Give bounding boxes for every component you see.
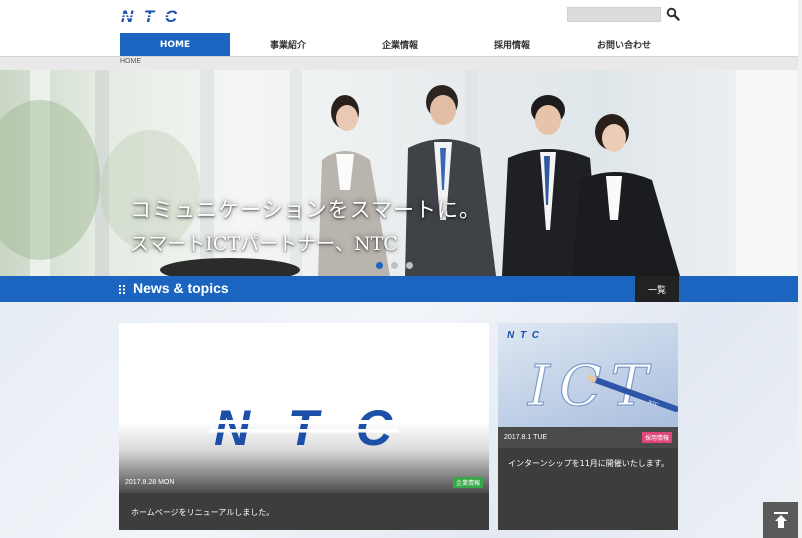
news-date: 2017.8.28 MON [125, 479, 175, 486]
site-header: NTC HOME 事業紹介 企業情報 採用情報 お問い合わせ [0, 0, 802, 56]
hero-slider: コミュニケーションをスマートに。 スマートICTパートナー、NTC [0, 70, 802, 276]
nav-recruit[interactable]: 採用情報 [456, 33, 568, 56]
slider-dot-3[interactable] [406, 262, 413, 269]
ntc-logo-large: NTC [209, 400, 399, 456]
ntc-logo-small: NTC [507, 330, 540, 341]
news-headline[interactable]: ホームページをリニューアルしました。 [119, 493, 489, 530]
breadcrumb-bar: HOME [0, 56, 802, 70]
news-header-bar: News & topics 一覧 [0, 276, 802, 302]
svg-text:NTC: NTC [214, 400, 393, 456]
news-meta: 2017.8.1 TUE 採用情報 [498, 427, 678, 448]
news-card[interactable]: NTC ICT NTC 2017.8.1 TUE 採用情報 インターンシップを1… [498, 323, 678, 530]
main-nav: HOME 事業紹介 企業情報 採用情報 お問い合わせ [120, 33, 680, 56]
news-list-button[interactable]: 一覧 [635, 276, 679, 302]
slider-dots [376, 262, 413, 269]
svg-text:NTC: NTC [121, 7, 178, 25]
news-card-image: NTC ICT NTC [498, 323, 678, 427]
nav-contact[interactable]: お問い合わせ [568, 33, 680, 56]
breadcrumb[interactable]: HOME [120, 58, 141, 65]
news-title: News & topics [133, 280, 229, 296]
search-icon[interactable] [666, 7, 680, 21]
menu-dots-icon [119, 285, 125, 294]
ntc-logo[interactable]: NTC [120, 7, 178, 25]
hero-caption-line1: コミュニケーションをスマートに。 [130, 198, 481, 222]
nav-company[interactable]: 企業情報 [344, 33, 456, 56]
arrow-up-icon [774, 512, 788, 528]
search-input[interactable] [567, 7, 661, 22]
news-category-badge: 採用情報 [641, 432, 672, 443]
hero-side-panel [736, 70, 802, 276]
svg-text:NTC: NTC [507, 330, 540, 341]
page-top-button[interactable] [763, 502, 799, 538]
news-card-image: NTC [119, 323, 489, 493]
news-headline[interactable]: インターンシップを11月に開催いたします。 [498, 448, 678, 530]
news-category-badge: 企業情報 [452, 477, 483, 488]
slider-dot-1[interactable] [376, 262, 383, 269]
scrollbar[interactable] [798, 0, 802, 538]
nav-business[interactable]: 事業紹介 [232, 33, 344, 56]
news-card[interactable]: NTC 2017.8.28 MON 企業情報 ホームページをリニューアルしました… [119, 323, 489, 530]
hero-caption-line2: スマートICTパートナー、NTC [130, 233, 398, 255]
svg-text:ICT: ICT [527, 354, 652, 419]
nav-home[interactable]: HOME [120, 33, 230, 56]
news-date: 2017.8.1 TUE [504, 434, 548, 441]
slider-dot-2[interactable] [391, 262, 398, 269]
